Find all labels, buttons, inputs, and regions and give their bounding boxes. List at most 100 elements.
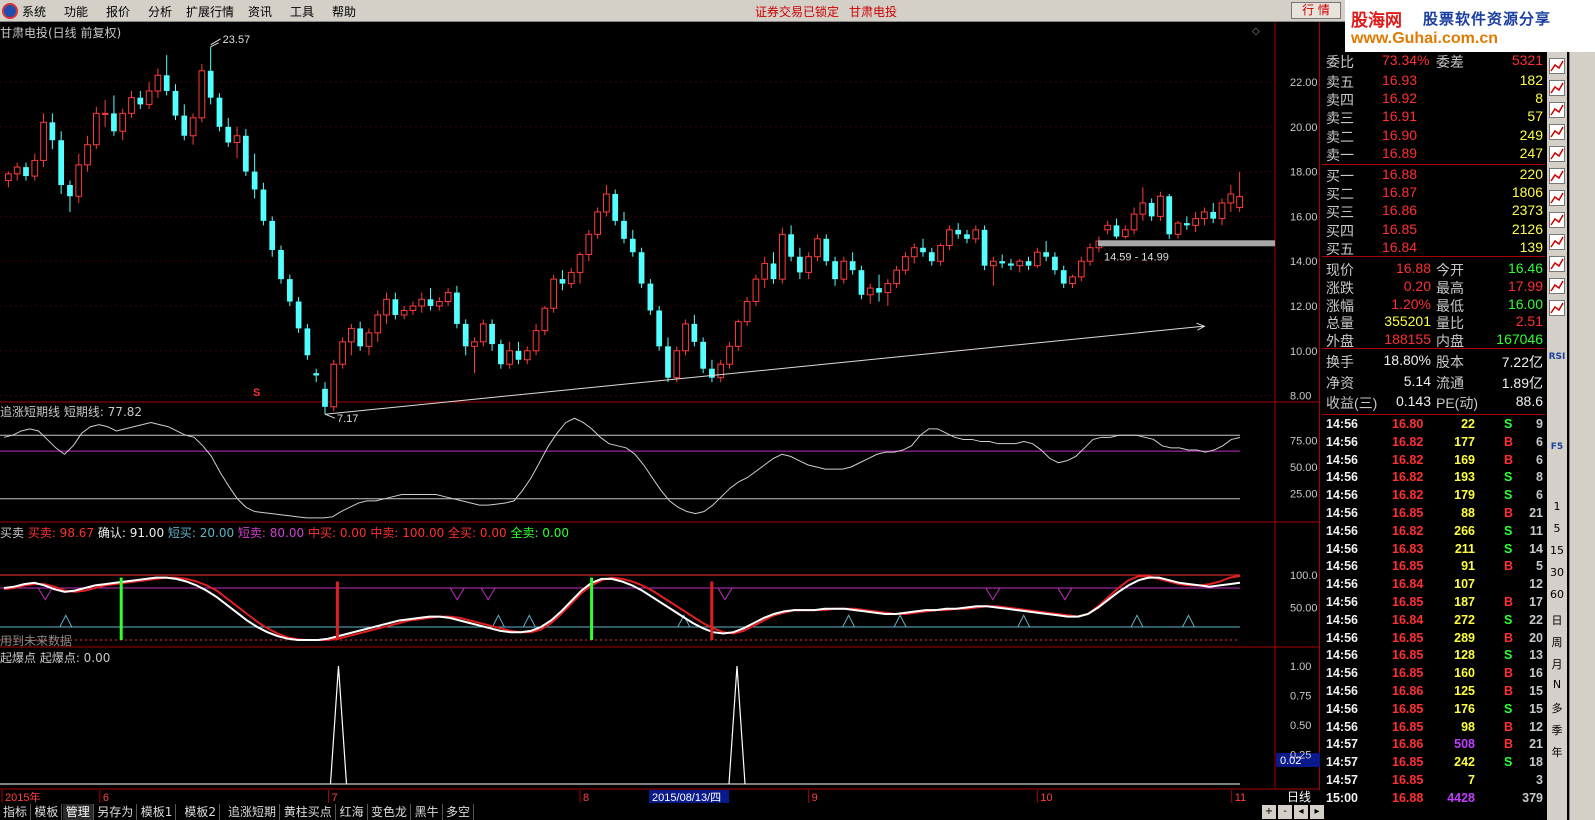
- vertical-scrollbar[interactable]: [1569, 52, 1595, 820]
- candle-body: [216, 97, 223, 127]
- tick-volume: 125: [1454, 684, 1475, 698]
- period-minute-button[interactable]: 30: [1548, 566, 1566, 579]
- period-minute-button[interactable]: 15: [1548, 544, 1566, 557]
- bottom-tab[interactable]: 指标: [0, 804, 32, 820]
- period-button[interactable]: 月: [1548, 656, 1566, 672]
- bar-chart-icon[interactable]: [1549, 124, 1565, 140]
- period-button[interactable]: 季: [1548, 722, 1566, 738]
- candle-body: [400, 309, 408, 316]
- period-button[interactable]: 周: [1548, 634, 1566, 650]
- bottom-tab[interactable]: 黑牛: [412, 804, 443, 820]
- candle-chart-icon[interactable]: [1549, 168, 1565, 184]
- stat-value: 1.89亿: [1501, 374, 1543, 391]
- menu-help[interactable]: 帮助: [332, 3, 356, 20]
- tool-text-button[interactable]: RSI: [1548, 352, 1566, 362]
- short-buy-peak: [1182, 614, 1195, 628]
- tick-row: 14:56 16.84 107 12: [1322, 576, 1545, 594]
- period-button[interactable]: 日: [1548, 612, 1566, 628]
- candle-body: [304, 328, 311, 356]
- tick-time: 14:56: [1326, 452, 1358, 467]
- menu-function[interactable]: 功能: [64, 3, 88, 20]
- ind2-tick-label: 100.0: [1290, 570, 1318, 582]
- ask-row: 卖四 16.92 8: [1322, 90, 1545, 108]
- menu-news[interactable]: 资讯: [248, 3, 272, 20]
- short-buy-peak: [893, 614, 907, 628]
- app-logo-icon: [2, 3, 18, 19]
- stat-row: 涨幅 1.20% 最低 16.00: [1322, 296, 1545, 314]
- bid-volume: 1806: [1511, 184, 1543, 201]
- quote-button[interactable]: 行 情: [1291, 2, 1341, 19]
- sell-signal-mark: S: [253, 387, 260, 399]
- tick-price: 16.85: [1392, 666, 1424, 681]
- ask-price: 16.90: [1382, 126, 1418, 143]
- candle-body: [339, 341, 346, 365]
- bottom-tab[interactable]: 黄柱买点: [281, 804, 336, 820]
- ask-row: 卖三 16.91 57: [1322, 108, 1545, 126]
- ask-price: 16.93: [1382, 72, 1418, 88]
- menu-extended-quotes[interactable]: 扩展行情: [186, 3, 234, 20]
- grid-icon[interactable]: [1549, 234, 1565, 250]
- bottom-tab[interactable]: 红海: [337, 804, 368, 820]
- period-minute-button[interactable]: 5: [1548, 522, 1566, 535]
- candle-body: [1210, 211, 1217, 219]
- bottom-tab[interactable]: 多空: [443, 804, 475, 820]
- bottom-tab[interactable]: 管理: [62, 804, 94, 820]
- tick-time: 14:56: [1326, 470, 1358, 485]
- stat-value: 188155: [1384, 331, 1431, 348]
- period-minute-button[interactable]: 60: [1548, 588, 1566, 601]
- ask-price: 16.92: [1382, 90, 1418, 107]
- menu-quote[interactable]: 报价: [106, 3, 130, 20]
- bar2-icon[interactable]: [1549, 300, 1565, 316]
- candle-body: [621, 220, 627, 239]
- period-button[interactable]: N: [1548, 678, 1566, 691]
- bottom-tab[interactable]: 变色龙: [368, 804, 412, 820]
- bottom-tab[interactable]: 模板: [31, 804, 63, 820]
- bottom-nav-button[interactable]: ◂: [1294, 805, 1308, 819]
- ask-volume: 249: [1519, 126, 1543, 143]
- divider: [1322, 414, 1545, 415]
- bottom-nav-button[interactable]: -: [1278, 805, 1292, 819]
- tick-volume: 91: [1461, 559, 1475, 574]
- candle-body: [67, 185, 73, 197]
- period-minute-button[interactable]: 1: [1548, 500, 1566, 513]
- bottom-tab[interactable]: 模板1: [138, 804, 177, 820]
- range-bar: [1098, 240, 1275, 247]
- table-icon[interactable]: [1549, 212, 1565, 228]
- kline-chart-area[interactable]: 22.00 20.00 18.00 16.00 14.00 12.00 10.00 8.00 2…: [0, 22, 1320, 807]
- chart-svg[interactable]: 22.00 20.00 18.00 16.00 14.00 12.00 10.00 8.00 2…: [0, 22, 1320, 807]
- stat-label: PE(动): [1436, 395, 1478, 411]
- volume-icon[interactable]: [1549, 256, 1565, 272]
- bottom-nav-button[interactable]: +: [1262, 805, 1276, 819]
- bottom-tab[interactable]: 模板2: [181, 804, 221, 820]
- stock-chart-icon[interactable]: [1549, 190, 1565, 206]
- candle-body: [75, 164, 83, 197]
- tick-row: 14:56 16.86 125 B 15: [1322, 683, 1545, 701]
- period-button[interactable]: 多: [1548, 700, 1566, 716]
- stat-label: 净资: [1326, 374, 1354, 391]
- flag-icon[interactable]: [1549, 278, 1565, 294]
- period-button[interactable]: 年: [1548, 744, 1566, 760]
- up-arrow-icon[interactable]: [1549, 58, 1565, 74]
- tick-price: 16.82: [1392, 488, 1424, 503]
- confirm-line: [3, 576, 1241, 641]
- down-arrow-icon[interactable]: [1549, 80, 1565, 96]
- menu-tools[interactable]: 工具: [290, 3, 314, 20]
- candle-body: [743, 301, 751, 323]
- candle-body: [479, 323, 487, 343]
- bottom-tab[interactable]: 追涨短期: [225, 804, 281, 820]
- order-ratio-row: 委比 73.34% 委差 5321: [1322, 52, 1545, 70]
- brand-name: 股海网: [1351, 11, 1402, 31]
- price-chart-icon[interactable]: [1549, 102, 1565, 118]
- tick-row: 14:57 16.86 508 B 21: [1322, 736, 1545, 754]
- bottom-nav-button[interactable]: ▸: [1310, 805, 1324, 819]
- tick-volume: 242: [1454, 755, 1475, 770]
- menu-system[interactable]: 系统: [22, 3, 46, 20]
- trend-chart-icon[interactable]: [1549, 146, 1565, 162]
- menu-analysis[interactable]: 分析: [148, 3, 172, 20]
- stat-label: 收益(三): [1326, 395, 1378, 411]
- tick-price: 16.82: [1392, 452, 1424, 467]
- tool-text-button[interactable]: F5: [1548, 442, 1566, 452]
- tick-count: 17: [1529, 595, 1543, 609]
- bottom-tab[interactable]: 另存为: [94, 804, 138, 820]
- candle-body: [92, 112, 100, 146]
